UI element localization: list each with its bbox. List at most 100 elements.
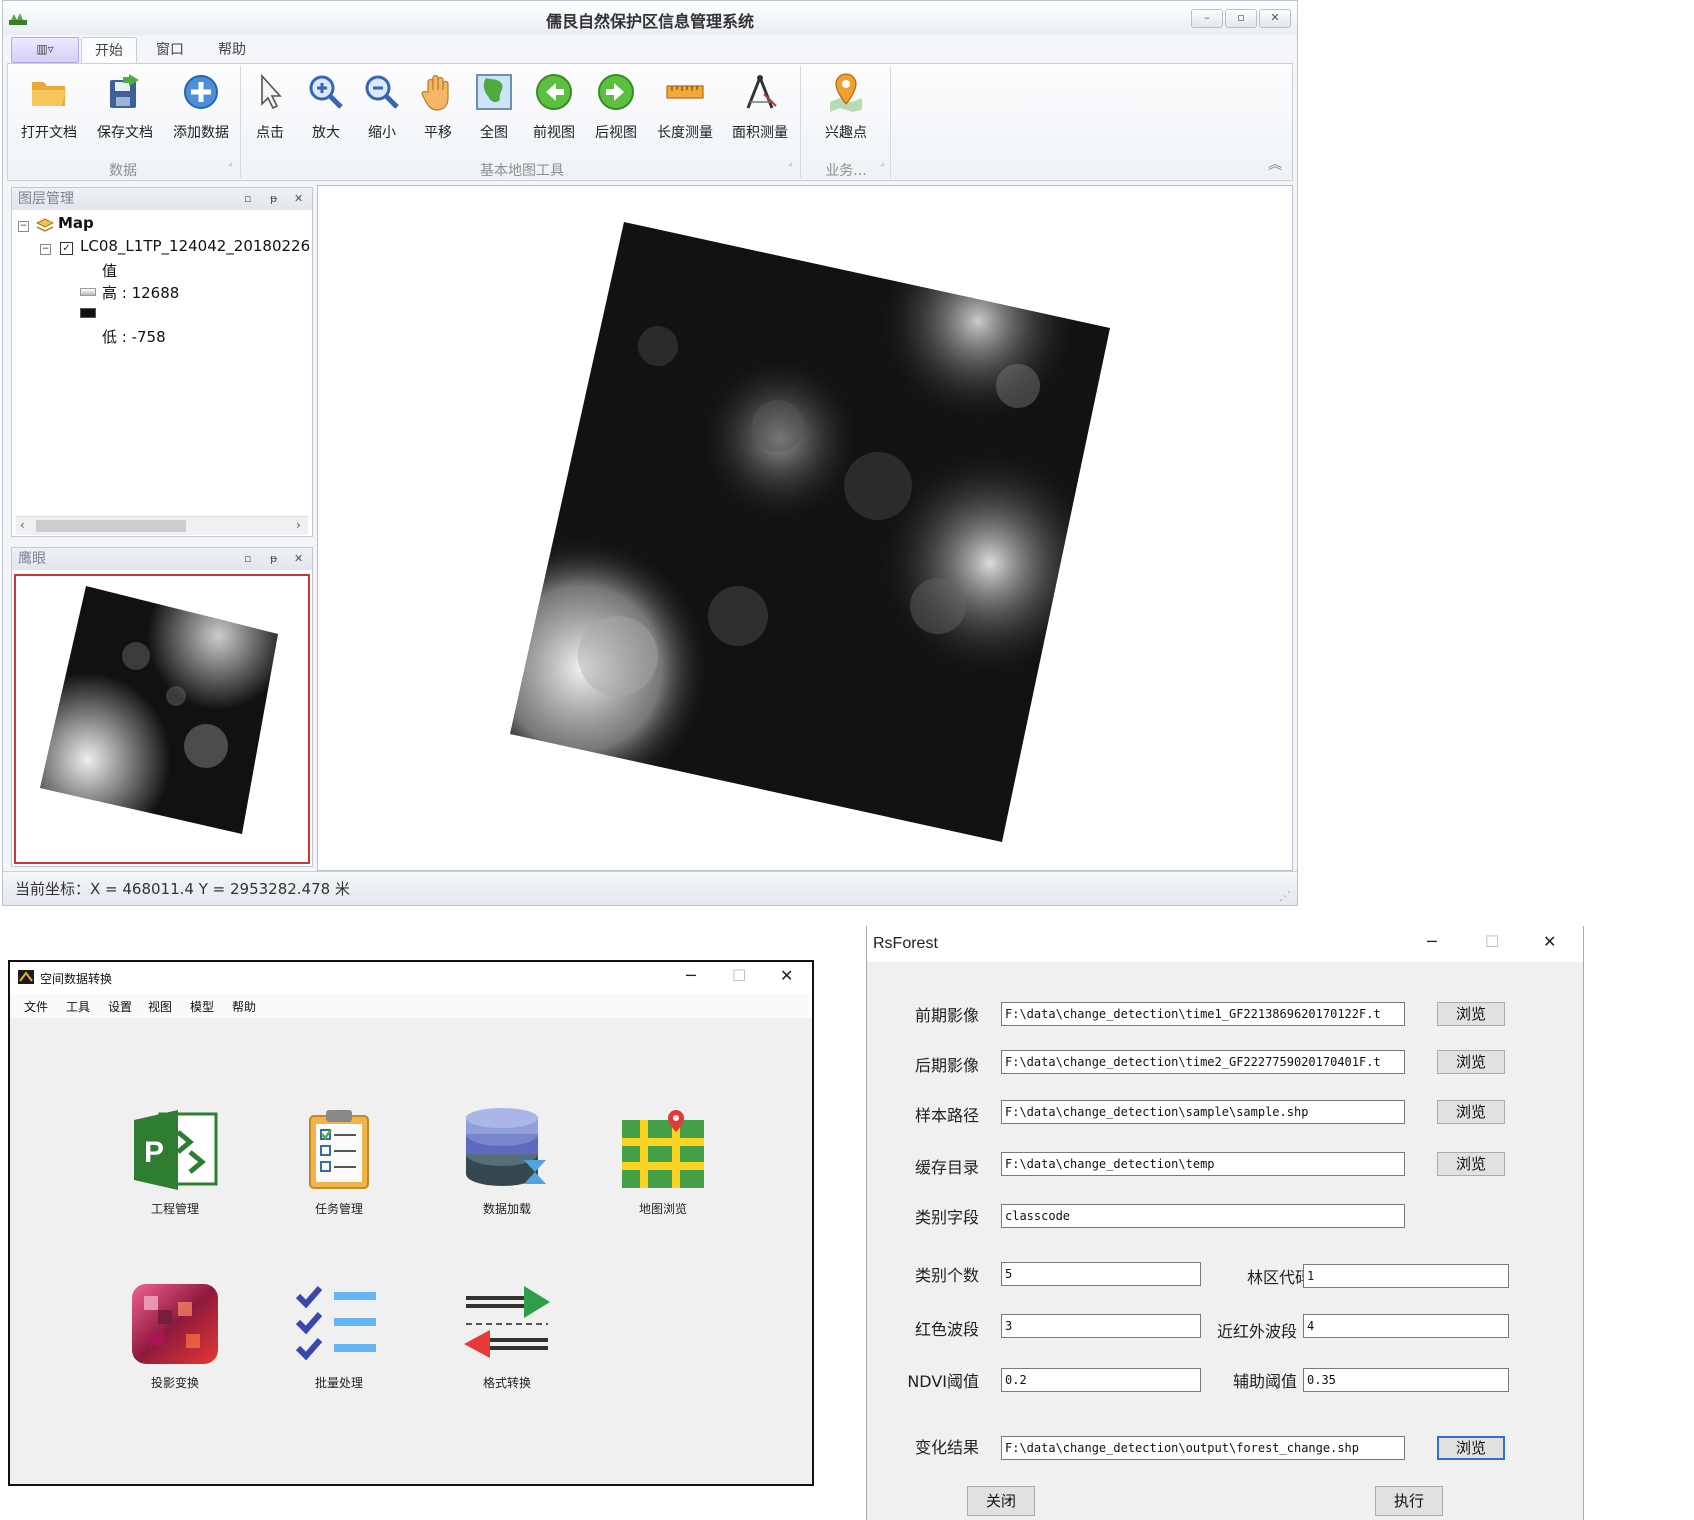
zoom-out-button[interactable]: 缩小 — [356, 70, 408, 150]
class-field-label: 类别字段 — [914, 1208, 979, 1227]
add-data-button[interactable]: 添加数据 — [166, 70, 236, 150]
menu-model[interactable]: 模型 — [190, 998, 214, 1015]
browse-cache-dir-button[interactable]: 浏览 — [1437, 1152, 1505, 1176]
browse-pre-image-button[interactable]: 浏览 — [1437, 1002, 1505, 1026]
menu-settings[interactable]: 设置 — [108, 998, 132, 1015]
maximize-button[interactable]: ☐ — [1485, 932, 1499, 951]
tree-layer-collapse-toggle[interactable]: − — [40, 244, 51, 255]
add-circle-icon — [184, 75, 218, 109]
database-icon — [466, 1108, 546, 1186]
rsforest-dialog: RsForest ─ ☐ ✕ 前期影像 F:\data\change_detec… — [866, 926, 1584, 1520]
browse-change-result-button[interactable]: 浏览 — [1437, 1436, 1505, 1460]
app-map-browse[interactable]: 地图浏览 — [598, 1108, 728, 1258]
tree-layer-name[interactable]: LC08_L1TP_124042_20180226_2 — [80, 237, 310, 255]
forest-code-input[interactable]: 1 — [1303, 1264, 1509, 1288]
menu-tools[interactable]: 工具 — [66, 998, 90, 1015]
cache-dir-label: 缓存目录 — [914, 1158, 979, 1177]
pan-button[interactable]: 平移 — [412, 70, 464, 150]
layers-icon — [36, 218, 54, 232]
tree-root-map[interactable]: Map — [58, 214, 94, 232]
menu-file[interactable]: 文件 — [24, 998, 48, 1015]
menu-help[interactable]: 帮助 — [232, 998, 256, 1015]
red-band-label: 红色波段 — [914, 1320, 979, 1339]
browse-sample-path-button[interactable]: 浏览 — [1437, 1100, 1505, 1124]
group-separator — [240, 66, 241, 178]
next-view-button[interactable]: 后视图 — [586, 70, 646, 150]
nir-band-input[interactable]: 4 — [1303, 1314, 1509, 1338]
app-format-convert[interactable]: 格式转换 — [442, 1282, 572, 1432]
ndvi-threshold-input[interactable]: 0.2 — [1001, 1368, 1201, 1392]
panel-float-button[interactable]: ▫ — [244, 552, 251, 565]
panel-float-button[interactable]: ▫ — [244, 192, 251, 205]
minimize-button[interactable]: – — [1191, 9, 1223, 28]
collapse-ribbon-icon[interactable]: ︽ — [1268, 154, 1282, 174]
dialog-launcher-icon[interactable]: ⌟ — [228, 158, 232, 168]
application-menu-button[interactable]: ▥▿ — [11, 37, 79, 63]
group-label-basic-map-tools: 基本地图工具 — [480, 163, 564, 179]
poi-button[interactable]: 兴趣点 — [808, 70, 884, 150]
project-icon: P — [134, 1110, 218, 1190]
maximize-button[interactable]: ☐ — [732, 966, 746, 985]
select-tool-button[interactable]: 点击 — [244, 70, 296, 150]
measure-area-button[interactable]: 面积测量 — [724, 70, 796, 150]
change-result-input[interactable]: F:\data\change_detection\output\forest_c… — [1001, 1436, 1405, 1460]
app-project-management[interactable]: P 工程管理 — [110, 1108, 240, 1258]
aux-threshold-input[interactable]: 0.35 — [1303, 1368, 1509, 1392]
panel-pin-button[interactable]: ᵽ — [270, 192, 277, 205]
folder-icon — [32, 82, 66, 106]
measure-length-button[interactable]: 长度测量 — [650, 70, 720, 150]
map-view[interactable] — [317, 185, 1293, 871]
map-icon — [622, 1110, 704, 1188]
close-dialog-button[interactable]: 关闭 — [967, 1486, 1035, 1516]
tab-window[interactable]: 窗口 — [143, 37, 197, 63]
class-count-input[interactable]: 5 — [1001, 1262, 1201, 1286]
overview-map[interactable] — [14, 574, 310, 864]
browse-post-image-button[interactable]: 浏览 — [1437, 1050, 1505, 1074]
app-projection-transform[interactable]: 投影变换 — [110, 1282, 240, 1432]
tab-help[interactable]: 帮助 — [205, 37, 259, 63]
maximize-button[interactable]: ▫ — [1225, 9, 1257, 28]
scroll-left-icon[interactable]: ‹ — [20, 518, 25, 532]
previous-view-button[interactable]: 前视图 — [524, 70, 584, 150]
minimize-button[interactable]: ─ — [1427, 932, 1437, 951]
dialog-title: RsForest — [873, 935, 938, 952]
save-document-button[interactable]: 保存文档 — [90, 70, 160, 150]
legend-high-value: 高 : 12688 — [102, 284, 180, 302]
svg-text:P: P — [144, 1136, 164, 1169]
resize-grip-icon[interactable]: ⋰ — [1279, 889, 1291, 903]
sample-path-input[interactable]: F:\data\change_detection\sample\sample.s… — [1001, 1100, 1405, 1124]
app-task-management[interactable]: 任务管理 — [274, 1108, 404, 1258]
app-batch-processing[interactable]: 批量处理 — [274, 1282, 404, 1432]
close-button[interactable]: ✕ — [1543, 932, 1556, 951]
title-bar: 空间数据转换 ─ ☐ ✕ — [10, 962, 812, 994]
panel-pin-button[interactable]: ᵽ — [270, 552, 277, 565]
convert-arrows-icon — [464, 1286, 550, 1358]
scroll-right-icon[interactable]: › — [296, 518, 301, 532]
panel-close-button[interactable]: ✕ — [294, 552, 303, 565]
zoom-in-button[interactable]: 放大 — [300, 70, 352, 150]
red-band-input[interactable]: 3 — [1001, 1314, 1201, 1338]
dialog-launcher-icon[interactable]: ⌟ — [788, 158, 792, 168]
dialog-launcher-icon[interactable]: ⌟ — [880, 158, 884, 168]
group-separator — [800, 66, 801, 178]
open-document-button[interactable]: 打开文档 — [14, 70, 84, 150]
horizontal-scrollbar[interactable]: ‹ › — [16, 516, 308, 535]
execute-button[interactable]: 执行 — [1375, 1486, 1443, 1516]
pre-image-input[interactable]: F:\data\change_detection\time1_GF2213869… — [1001, 1002, 1405, 1026]
close-button[interactable]: ✕ — [1259, 9, 1291, 28]
post-image-input[interactable]: F:\data\change_detection\time2_GF2227759… — [1001, 1050, 1405, 1074]
cache-dir-input[interactable]: F:\data\change_detection\temp — [1001, 1152, 1405, 1176]
full-extent-button[interactable]: 全图 — [468, 70, 520, 150]
class-field-input[interactable]: classcode — [1001, 1204, 1405, 1228]
app-label: 任务管理 — [314, 1202, 363, 1216]
minimize-button[interactable]: ─ — [686, 966, 696, 985]
panel-close-button[interactable]: ✕ — [294, 192, 303, 205]
hand-icon — [421, 74, 449, 111]
tab-start[interactable]: 开始 — [81, 37, 137, 64]
menu-view[interactable]: 视图 — [148, 998, 172, 1015]
app-data-loading[interactable]: 数据加载 — [442, 1108, 572, 1258]
close-button[interactable]: ✕ — [780, 966, 793, 985]
tree-collapse-toggle[interactable]: − — [18, 221, 29, 232]
scrollbar-thumb[interactable] — [36, 520, 186, 532]
layer-visibility-checkbox[interactable]: ✓ — [60, 242, 73, 255]
